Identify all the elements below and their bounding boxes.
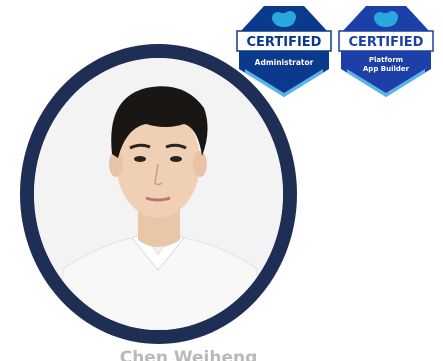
certified-platform-app-builder-badge: CERTIFIED Platform App Builder — [338, 3, 434, 99]
badge-subtitle-line-1: Platform — [369, 56, 403, 64]
badge-subtitle: Administrator — [255, 58, 314, 67]
profile-name: Chen Weiheng — [119, 348, 258, 361]
badge-shape: CERTIFIED Platform App Builder — [338, 6, 434, 97]
badge-title: CERTIFIED — [247, 35, 322, 50]
avatar — [20, 44, 297, 344]
badge-title: CERTIFIED — [349, 35, 424, 50]
profile-card: CERTIFIED Administrator CERTIFIED Platfo… — [0, 0, 443, 361]
profile-photo — [34, 58, 283, 330]
badge-subtitle-line-2: App Builder — [363, 65, 410, 73]
